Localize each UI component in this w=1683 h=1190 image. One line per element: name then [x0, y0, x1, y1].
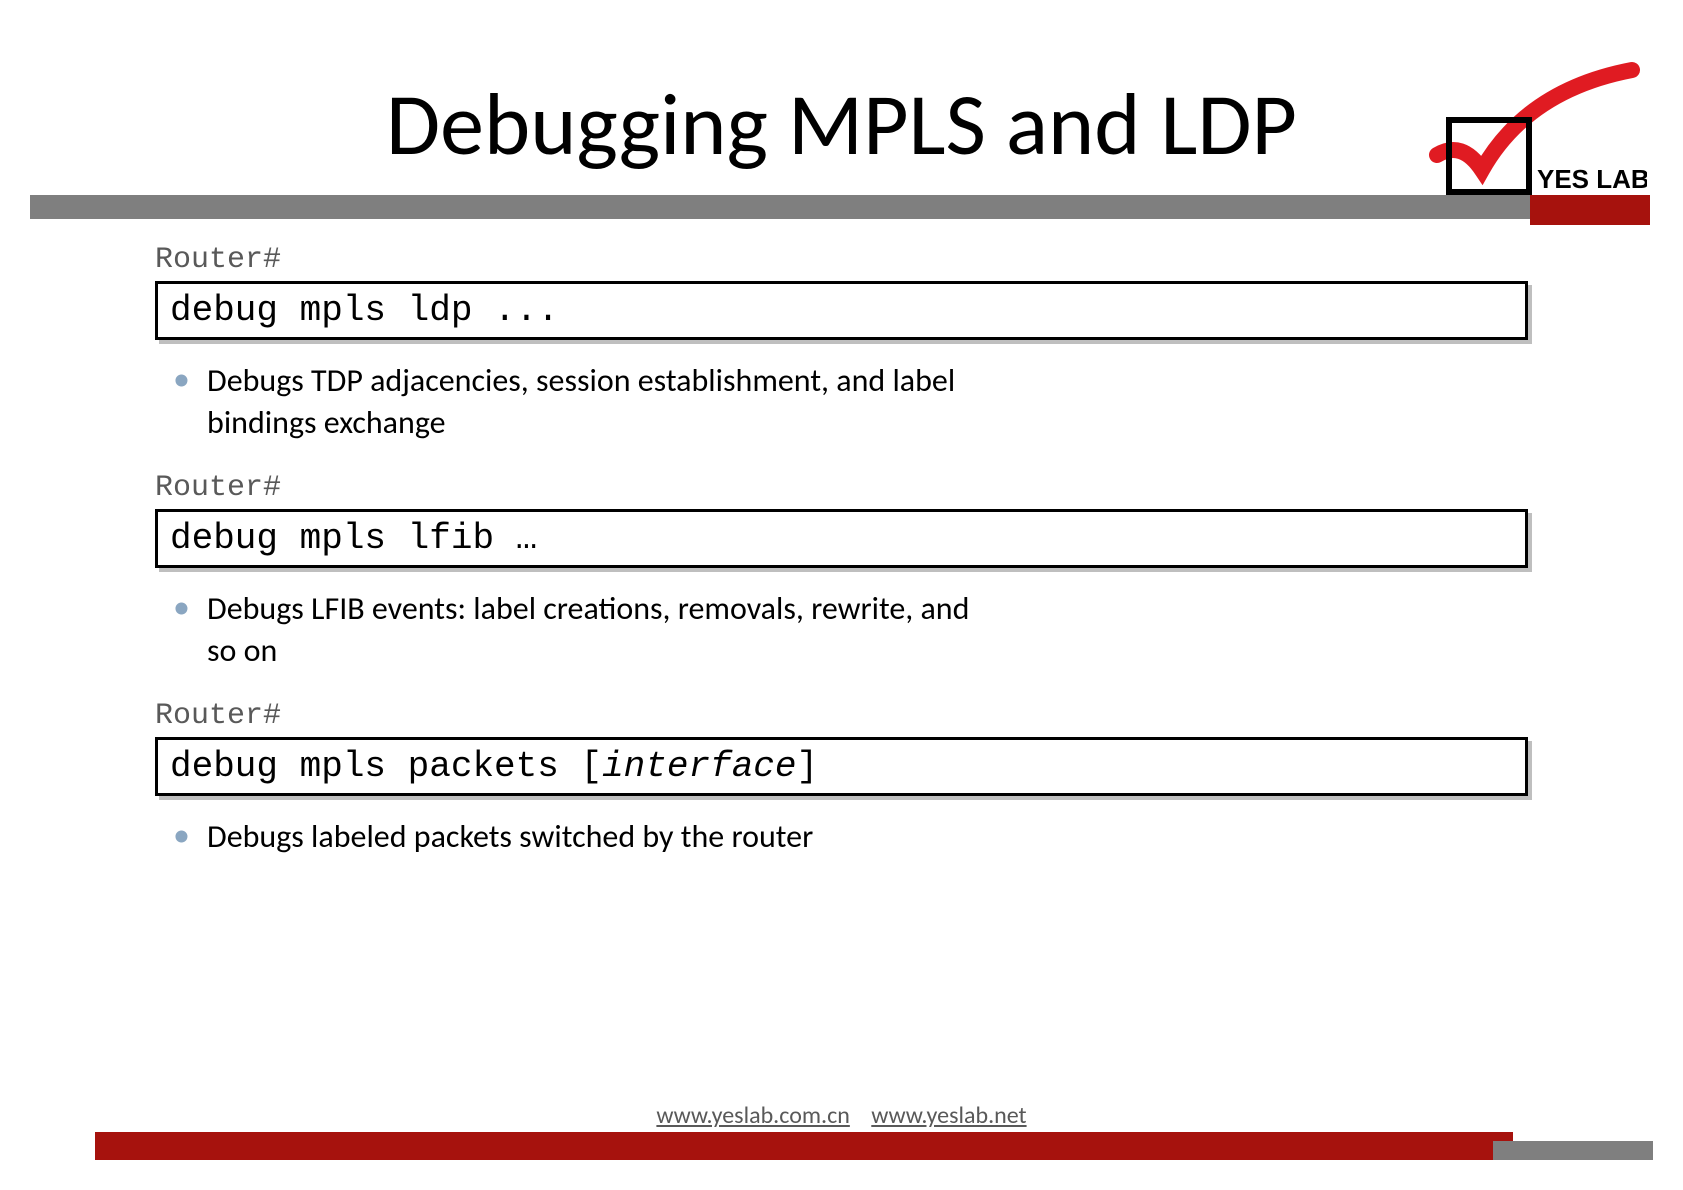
header-red-bar — [1530, 195, 1650, 225]
command-box-packets: debug mpls packets [interface] — [155, 737, 1528, 796]
command-text: debug mpls ldp ... — [170, 290, 559, 331]
command-box-lfib: debug mpls lfib … — [155, 509, 1528, 568]
footer-gray-bar — [1493, 1141, 1653, 1160]
command-box-ldp: debug mpls ldp ... — [155, 281, 1528, 340]
footer-links: www.yeslab.com.cn www.yeslab.net — [0, 1101, 1683, 1130]
slide: Debugging MPLS and LDP YES LAB Router# d… — [0, 0, 1683, 1190]
logo-text: YES LAB — [1537, 164, 1647, 194]
command-text: debug mpls lfib … — [170, 518, 537, 559]
bullet-list-2: Debugs LFIB events: label creations, rem… — [155, 588, 1528, 671]
router-prompt-3: Router# — [155, 699, 1528, 733]
command-text-prefix: debug mpls packets [ — [170, 746, 602, 787]
router-prompt-2: Router# — [155, 471, 1528, 505]
footer-link-1[interactable]: www.yeslab.com.cn — [656, 1101, 849, 1130]
header-gray-bar — [30, 195, 1571, 219]
footer-link-2[interactable]: www.yeslab.net — [871, 1101, 1026, 1130]
bullet-item: Debugs labeled packets switched by the r… — [155, 816, 987, 858]
content-area: Router# debug mpls ldp ... Debugs TDP ad… — [155, 225, 1528, 886]
bullet-list-3: Debugs labeled packets switched by the r… — [155, 816, 1528, 858]
bullet-item: Debugs LFIB events: label creations, rem… — [155, 588, 987, 671]
bullet-item: Debugs TDP adjacencies, session establis… — [155, 360, 987, 443]
command-text-suffix: ] — [797, 746, 819, 787]
bullet-list-1: Debugs TDP adjacencies, session establis… — [155, 360, 1528, 443]
command-text-italic: interface — [602, 746, 796, 787]
footer-red-bar — [95, 1132, 1513, 1160]
router-prompt-1: Router# — [155, 243, 1528, 277]
